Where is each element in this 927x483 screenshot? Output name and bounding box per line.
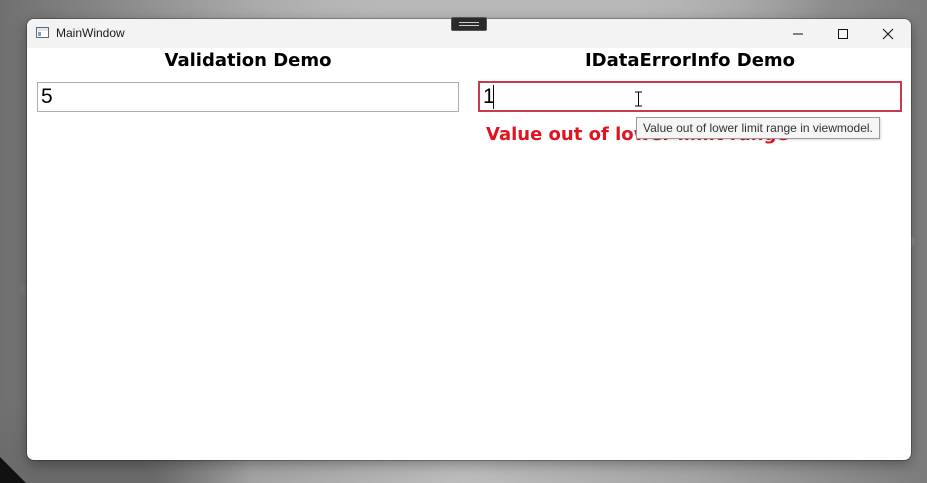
close-button[interactable]	[865, 19, 911, 48]
ibeam-cursor-icon	[635, 91, 642, 107]
main-window: MainWindow Validation Demo IDataErrorInf…	[27, 19, 911, 460]
maximize-button[interactable]	[820, 19, 866, 48]
minimize-button[interactable]	[775, 19, 821, 48]
close-icon	[882, 28, 894, 40]
validation-input[interactable]: 5	[37, 82, 459, 112]
validation-demo-heading: Validation Demo	[164, 50, 332, 71]
maximize-icon	[838, 29, 848, 39]
minimize-icon	[793, 33, 803, 35]
idataerrorinfo-demo-heading: IDataErrorInfo Demo	[584, 50, 796, 71]
window-title: MainWindow	[56, 26, 125, 40]
idataerrorinfo-input[interactable]: 1	[478, 81, 902, 112]
error-tooltip: Value out of lower limit range in viewmo…	[636, 117, 880, 139]
app-window-icon	[36, 27, 49, 38]
drag-handle[interactable]	[451, 17, 487, 31]
desktop-corner	[0, 457, 26, 483]
text-caret	[493, 85, 494, 109]
